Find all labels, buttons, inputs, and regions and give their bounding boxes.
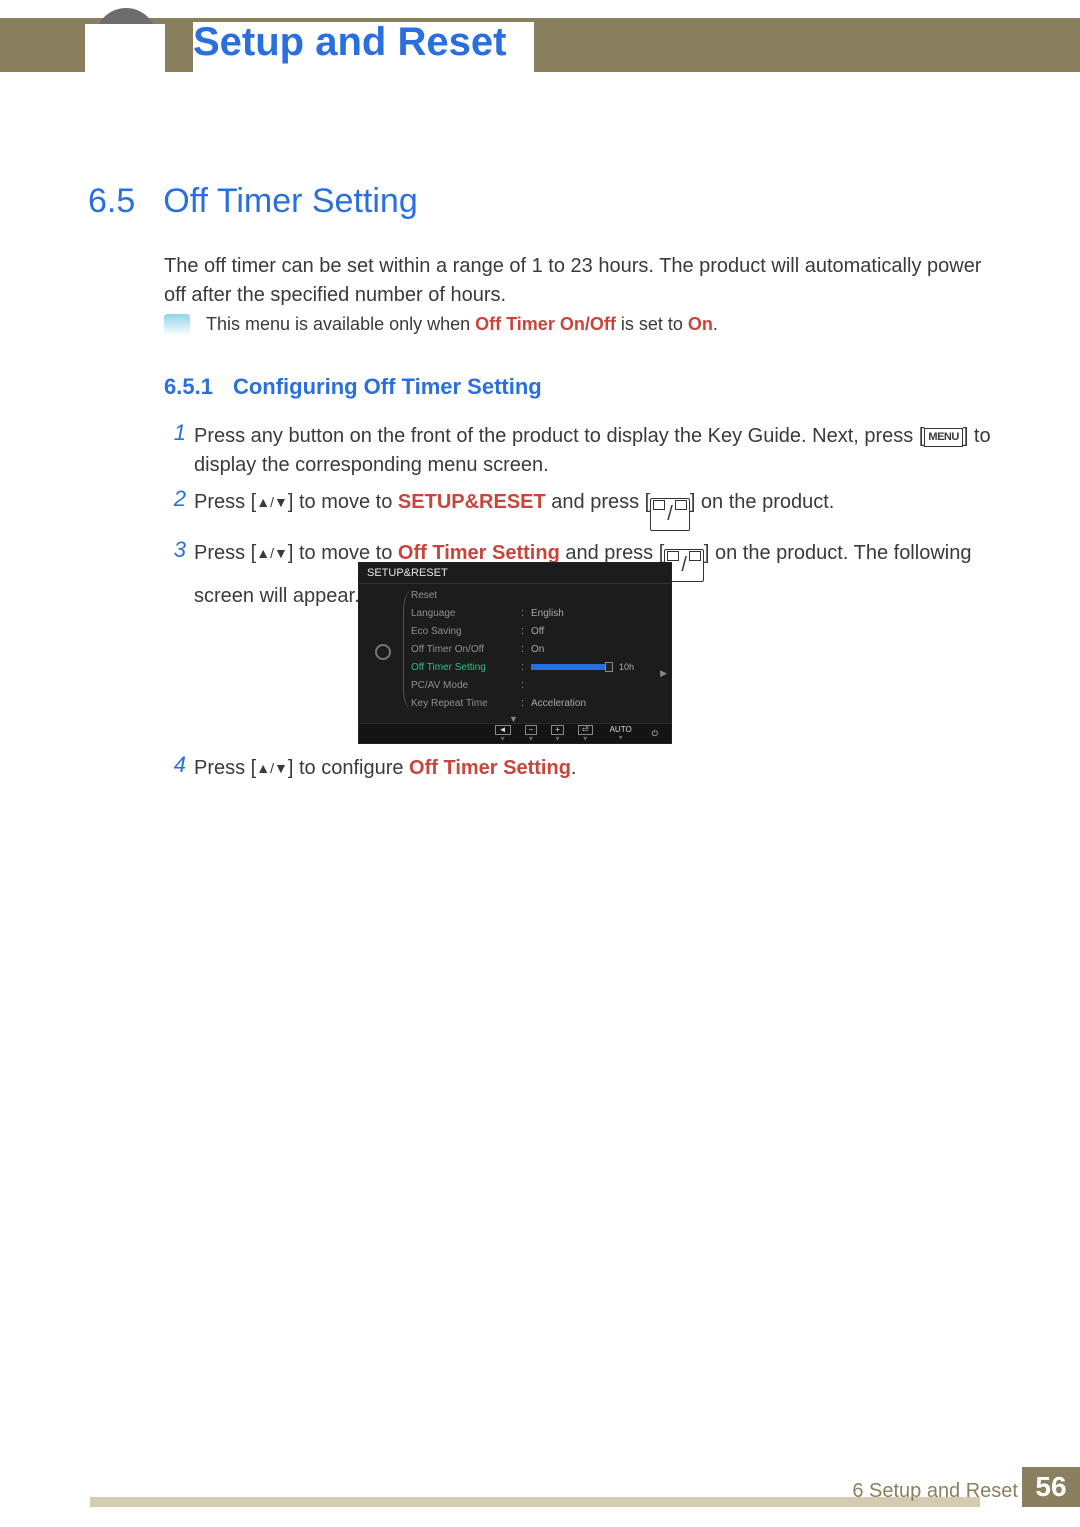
osd-btn-power: ⏻ xyxy=(649,730,661,737)
step-text-4: Press [▲/▼] to configure Off Timer Setti… xyxy=(194,752,1004,783)
step-num-3: 3 xyxy=(164,537,194,563)
osd-btn-enter: ⏎▾ xyxy=(578,725,593,741)
step-4: 4 Press [▲/▼] to configure Off Timer Set… xyxy=(164,752,1004,783)
subsection-number: 6.5.1 xyxy=(164,374,213,400)
osd-btn-auto: AUTO▾ xyxy=(607,726,635,740)
updown-icon: ▲/▼ xyxy=(256,545,288,561)
osd-row-language: Language:English xyxy=(411,604,661,622)
enter-icon: / xyxy=(650,498,690,531)
step-num-4: 4 xyxy=(164,752,194,783)
osd-row-eco: Eco Saving:Off xyxy=(411,622,661,640)
osd-btn-minus: −▾ xyxy=(525,725,538,741)
osd-row-reset: Reset xyxy=(411,586,661,604)
note-text: This menu is available only when Off Tim… xyxy=(206,314,718,335)
right-arrow-icon: ▶ xyxy=(660,668,667,679)
osd-screenshot: SETUP&RESET Reset Language:English Eco S… xyxy=(358,562,672,744)
osd-btn-plus: +▾ xyxy=(551,725,564,741)
section-number: 6.5 xyxy=(88,182,135,221)
step-num-1: 1 xyxy=(164,420,194,446)
updown-icon: ▲/▼ xyxy=(256,494,288,510)
note-bold1: Off Timer On/Off xyxy=(475,314,616,334)
section-heading: 6.5 Off Timer Setting xyxy=(88,182,418,221)
note-mid: is set to xyxy=(616,314,688,334)
osd-row-timer: Off Timer Setting:10h xyxy=(411,658,661,676)
note-box: This menu is available only when Off Tim… xyxy=(164,312,1004,348)
step-text-2: Press [▲/▼] to move to SETUP&RESET and p… xyxy=(194,486,1004,531)
section-title: Off Timer Setting xyxy=(163,182,417,221)
osd-menu-list: Reset Language:English Eco Saving:Off Of… xyxy=(411,586,661,712)
step-2: 2 Press [▲/▼] to move to SETUP&RESET and… xyxy=(164,486,1004,531)
subsection-title: Configuring Off Timer Setting xyxy=(233,374,542,400)
osd-row-repeat: Key Repeat Time:Acceleration xyxy=(411,694,661,712)
note-suffix: . xyxy=(713,314,718,334)
osd-title: SETUP&RESET xyxy=(359,563,671,584)
footer-band xyxy=(90,1497,980,1507)
chapter-badge-mask xyxy=(85,24,165,79)
menu-badge: MENU xyxy=(924,428,962,447)
step-1: 1 Press any button on the front of the p… xyxy=(164,420,1004,480)
slider-knob xyxy=(605,662,613,672)
gear-icon xyxy=(375,644,391,660)
note-icon xyxy=(164,314,190,336)
osd-row-pcav: PC/AV Mode: xyxy=(411,676,661,694)
note-bold2: On xyxy=(688,314,713,334)
slider-bar xyxy=(531,664,611,670)
osd-footer: ◄▾ −▾ +▾ ⏎▾ AUTO▾ ⏻ xyxy=(359,723,671,743)
footer-page-number: 56 xyxy=(1022,1467,1080,1507)
osd-row-onoff: Off Timer On/Off:On xyxy=(411,640,661,658)
note-prefix: This menu is available only when xyxy=(206,314,475,334)
footer-section: 6 Setup and Reset xyxy=(852,1480,1018,1503)
page-footer: 6 Setup and Reset 56 xyxy=(0,1467,1080,1507)
step-num-2: 2 xyxy=(164,486,194,512)
osd-btn-back: ◄▾ xyxy=(495,725,511,741)
subsection-heading: 6.5.1 Configuring Off Timer Setting xyxy=(164,374,542,400)
osd-body: Reset Language:English Eco Saving:Off Of… xyxy=(359,584,671,734)
step-text-1: Press any button on the front of the pro… xyxy=(194,420,1004,480)
section-intro: The off timer can be set within a range … xyxy=(164,252,1004,310)
updown-icon: ▲/▼ xyxy=(256,760,288,776)
chapter-title: Setup and Reset xyxy=(193,22,534,72)
